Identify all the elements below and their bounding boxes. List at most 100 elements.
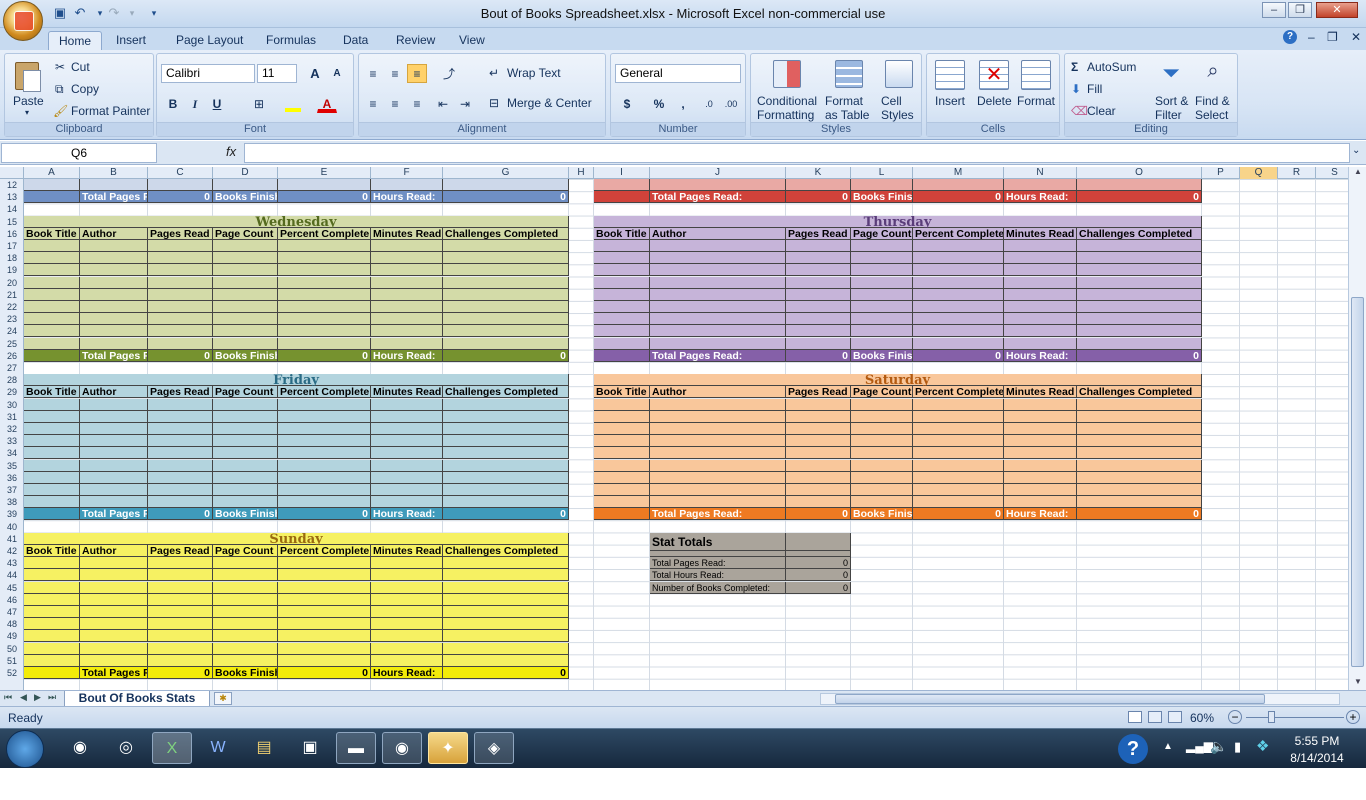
data-cell[interactable] <box>913 252 1004 265</box>
data-cell[interactable] <box>851 325 913 338</box>
data-cell[interactable] <box>213 471 278 484</box>
ribbon-minimize-button[interactable]: – <box>1308 30 1315 44</box>
data-cell[interactable] <box>278 179 371 191</box>
data-cell[interactable] <box>80 313 148 326</box>
normal-view-icon[interactable] <box>1128 711 1142 723</box>
data-cell[interactable] <box>443 606 569 618</box>
data-cell[interactable] <box>371 654 443 667</box>
totals-cell[interactable]: 0 <box>278 667 371 679</box>
data-cell[interactable] <box>443 593 569 606</box>
data-cell[interactable] <box>371 288 443 301</box>
data-cell[interactable] <box>371 581 443 594</box>
data-cell[interactable] <box>1004 288 1077 301</box>
row-header[interactable]: 40 <box>0 521 24 533</box>
data-cell[interactable] <box>650 240 786 252</box>
data-cell[interactable] <box>80 642 148 655</box>
data-cell[interactable] <box>1004 410 1077 423</box>
ribbon-close-button[interactable]: ✕ <box>1351 30 1361 44</box>
data-cell[interactable] <box>371 484 443 496</box>
data-cell[interactable] <box>371 276 443 289</box>
zoom-slider-thumb[interactable] <box>1268 711 1275 723</box>
data-cell[interactable] <box>24 447 80 460</box>
data-cell[interactable] <box>851 313 913 326</box>
expand-formula-icon[interactable]: ⌄ <box>1352 145 1360 156</box>
totals-cell[interactable]: 0 <box>443 667 569 679</box>
data-cell[interactable] <box>148 606 213 618</box>
column-header[interactable]: O <box>1077 167 1202 179</box>
data-cell[interactable] <box>24 423 80 435</box>
stats-cell[interactable] <box>650 551 786 557</box>
row-header[interactable]: 47 <box>0 606 24 618</box>
data-cell[interactable] <box>443 435 569 448</box>
data-cell[interactable] <box>1004 337 1077 350</box>
data-cell[interactable] <box>371 398 443 411</box>
column-header[interactable]: D <box>213 167 278 179</box>
data-cell[interactable] <box>80 398 148 411</box>
data-cell[interactable] <box>594 484 650 496</box>
align-right-icon[interactable]: ≡ <box>407 94 427 113</box>
decrease-decimal-button[interactable]: .00 <box>721 94 741 113</box>
data-cell[interactable] <box>148 459 213 472</box>
data-cell[interactable] <box>443 301 569 313</box>
column-header-cell[interactable]: Pages Read <box>786 386 851 399</box>
day-title-friday[interactable]: Friday <box>24 374 569 387</box>
row-header[interactable]: 46 <box>0 594 24 606</box>
data-cell[interactable] <box>148 496 213 509</box>
totals-cell[interactable]: Hours Read: <box>371 508 443 521</box>
data-cell[interactable] <box>1077 313 1202 326</box>
data-cell[interactable] <box>213 496 278 509</box>
data-cell[interactable] <box>278 325 371 338</box>
data-cell[interactable] <box>1004 484 1077 496</box>
data-cell[interactable] <box>80 240 148 252</box>
data-cell[interactable] <box>24 593 80 606</box>
data-cell[interactable] <box>148 410 213 423</box>
data-cell[interactable] <box>148 325 213 338</box>
data-cell[interactable] <box>278 301 371 313</box>
data-cell[interactable] <box>913 240 1004 252</box>
data-cell[interactable] <box>80 447 148 460</box>
column-header[interactable]: E <box>278 167 371 179</box>
font-size-select[interactable]: 11 <box>257 64 297 83</box>
tab-data[interactable]: Data <box>333 31 378 50</box>
data-cell[interactable] <box>213 606 278 618</box>
column-header-cell[interactable]: Challenges Completed <box>1077 386 1202 399</box>
data-cell[interactable] <box>443 496 569 509</box>
data-cell[interactable] <box>24 179 80 191</box>
data-cell[interactable] <box>371 557 443 570</box>
column-header[interactable]: K <box>786 167 851 179</box>
row-header[interactable]: 37 <box>0 484 24 496</box>
data-cell[interactable] <box>913 288 1004 301</box>
data-cell[interactable] <box>1004 459 1077 472</box>
data-cell[interactable] <box>786 313 851 326</box>
data-cell[interactable] <box>443 337 569 350</box>
data-cell[interactable] <box>24 410 80 423</box>
paste-button[interactable]: Paste <box>13 94 44 108</box>
data-cell[interactable] <box>80 618 148 631</box>
tab-insert[interactable]: Insert <box>106 31 156 50</box>
data-cell[interactable] <box>80 459 148 472</box>
row-header[interactable]: 30 <box>0 399 24 411</box>
column-header-cell[interactable]: Author <box>80 386 148 399</box>
data-cell[interactable] <box>278 606 371 618</box>
data-cell[interactable] <box>786 288 851 301</box>
data-cell[interactable] <box>913 325 1004 338</box>
data-cell[interactable] <box>443 471 569 484</box>
data-cell[interactable] <box>913 337 1004 350</box>
data-cell[interactable] <box>371 252 443 265</box>
row-header[interactable]: 20 <box>0 277 24 289</box>
data-cell[interactable] <box>148 240 213 252</box>
name-box[interactable]: Q6 <box>1 143 157 163</box>
data-cell[interactable] <box>148 423 213 435</box>
data-cell[interactable] <box>24 630 80 643</box>
delete-cells-button[interactable]: Delete <box>977 94 1012 108</box>
vertical-scroll-thumb[interactable] <box>1351 297 1364 667</box>
increase-decimal-button[interactable]: .0 <box>699 94 719 113</box>
totals-cell[interactable]: Books Finished: <box>213 667 278 679</box>
data-cell[interactable] <box>80 581 148 594</box>
excel-taskbar-icon[interactable]: X <box>152 732 192 764</box>
totals-cell[interactable] <box>24 191 80 204</box>
totals-cell[interactable]: Books Finished: <box>213 349 278 362</box>
row-header[interactable]: 21 <box>0 289 24 301</box>
data-cell[interactable] <box>213 410 278 423</box>
number-format-select[interactable]: General <box>615 64 741 83</box>
